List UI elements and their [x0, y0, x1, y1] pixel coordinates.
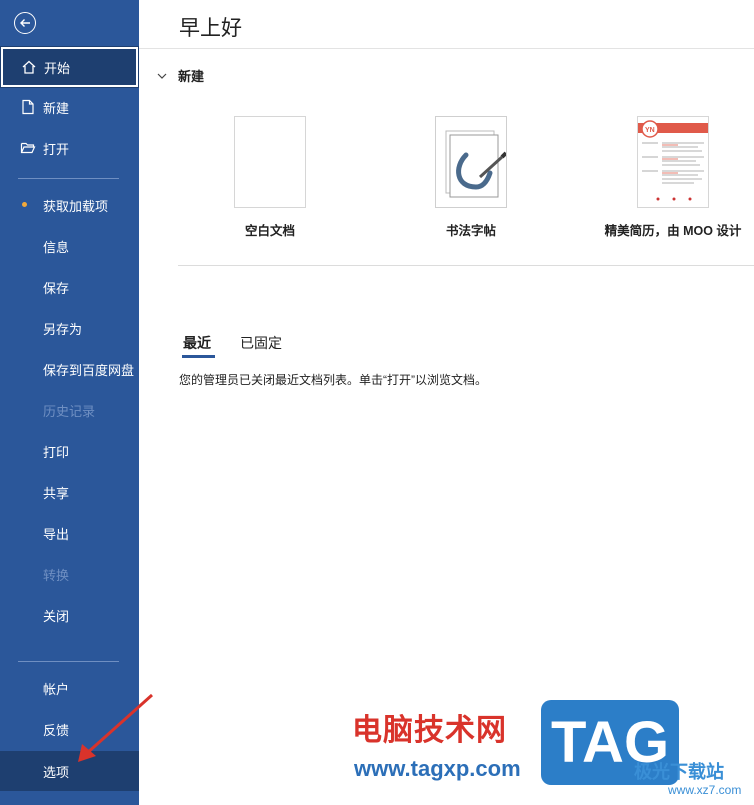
nav-save-to-baidu[interactable]: 保存到百度网盘 [0, 349, 139, 389]
chevron-down-icon [157, 73, 167, 79]
nav-get-addins[interactable]: 获取加载项 [0, 185, 139, 225]
nav-info[interactable]: 信息 [0, 226, 139, 266]
nav-open[interactable]: 打开 [0, 128, 139, 168]
tab-active-indicator [182, 355, 215, 358]
nav-save-to-baidu-label: 保存到百度网盘 [43, 362, 135, 378]
nav-save[interactable]: 保存 [0, 267, 139, 307]
backstage-sidebar: 开始 新建 打开 获取加载项 信息 保存 另存为 保存到百度网盘 历史记录 打印… [0, 0, 139, 805]
nav-print[interactable]: 打印 [0, 431, 139, 471]
resume-preview-icon: YN [638, 120, 708, 201]
resume-thumbnail: YN [637, 116, 709, 208]
nav-transform: 转换 [0, 554, 139, 594]
folder-open-icon [20, 142, 36, 154]
calligraphy-thumbnail [435, 116, 507, 208]
nav-history: 历史记录 [0, 390, 139, 430]
template-resume-moo[interactable]: YN 精美简历，由 MOO 设计 [593, 116, 753, 239]
blank-document-thumbnail [234, 116, 306, 208]
template-blank-document[interactable]: 空白文档 [220, 116, 320, 239]
template-calligraphy[interactable]: 书法字帖 [421, 116, 521, 239]
notification-dot [22, 202, 27, 207]
red-arrow-annotation [78, 693, 153, 762]
back-arrow-icon[interactable] [14, 12, 36, 34]
tab-pinned[interactable]: 已固定 [240, 333, 282, 353]
page-title: 早上好 [179, 17, 242, 40]
watermark-xz-url: www.xz7.com [668, 783, 742, 797]
nav-export-label: 导出 [43, 526, 70, 542]
sidebar-divider [18, 178, 119, 179]
nav-share[interactable]: 共享 [0, 472, 139, 512]
new-document-icon [22, 99, 34, 115]
nav-new-label: 新建 [43, 100, 70, 116]
nav-share-label: 共享 [43, 485, 70, 501]
nav-print-label: 打印 [43, 444, 70, 460]
template-label: 书法字帖 [445, 224, 496, 238]
nav-save-as-label: 另存为 [43, 321, 83, 337]
sidebar-divider [18, 661, 119, 662]
template-label: 精美简历，由 MOO 设计 [604, 224, 742, 238]
watermark-site-name: 电脑技术网 [352, 714, 507, 747]
watermark-xz-name: 极光下载站 [634, 762, 724, 782]
nav-info-label: 信息 [43, 239, 70, 255]
header-divider [139, 48, 754, 49]
nav-close-label: 关闭 [43, 608, 70, 624]
nav-home-label: 开始 [44, 60, 71, 76]
nav-open-label: 打开 [43, 141, 70, 157]
nav-transform-label: 转换 [43, 567, 70, 583]
home-icon [22, 60, 36, 74]
template-label: 空白文档 [244, 224, 295, 238]
new-section-label: 新建 [178, 69, 205, 84]
recent-disabled-message: 您的管理员已关闭最近文档列表。单击“打开”以浏览文档。 [179, 373, 487, 387]
nav-history-label: 历史记录 [43, 403, 96, 419]
svg-text:YN: YN [645, 127, 655, 134]
section-divider [178, 265, 754, 266]
nav-close[interactable]: 关闭 [0, 595, 139, 635]
nav-save-label: 保存 [43, 280, 70, 296]
calligraphy-brush-icon [445, 130, 506, 198]
nav-home[interactable]: 开始 [0, 46, 139, 88]
tab-recent[interactable]: 最近 [183, 333, 211, 353]
nav-export[interactable]: 导出 [0, 513, 139, 553]
nav-save-as[interactable]: 另存为 [0, 308, 139, 348]
nav-new[interactable]: 新建 [0, 87, 139, 127]
new-section-header[interactable]: 新建 [157, 66, 204, 85]
nav-get-addins-label: 获取加载项 [43, 198, 109, 214]
watermark-site-url: www.tagxp.com [354, 756, 521, 781]
